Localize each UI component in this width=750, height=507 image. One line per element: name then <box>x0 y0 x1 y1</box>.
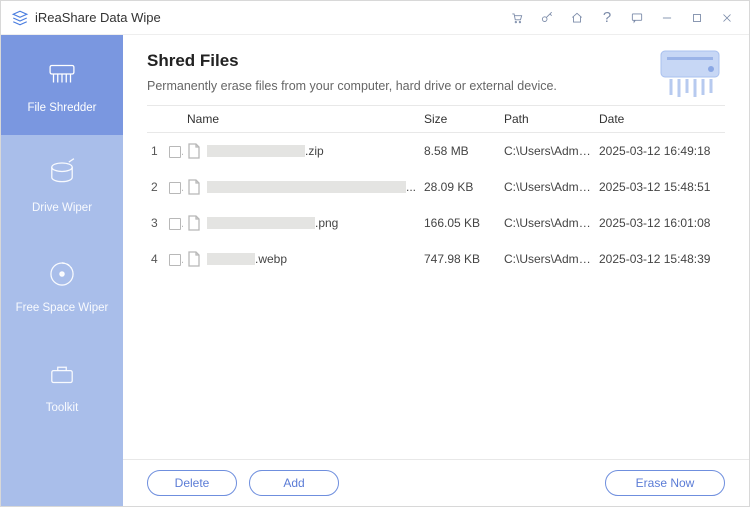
cell-path: C:\Users\Admi... <box>500 241 595 277</box>
row-index: 4 <box>147 241 165 277</box>
app-window: iReaShare Data Wipe ? File Shredder Driv… <box>0 0 750 507</box>
titlebar: iReaShare Data Wipe ? <box>1 1 749 35</box>
cell-size: 8.58 MB <box>420 133 500 170</box>
table-row[interactable]: 2... 28.09 KBC:\Users\Admi...2025-03-12 1… <box>147 169 725 205</box>
toolkit-icon <box>45 357 79 394</box>
col-header-size[interactable]: Size <box>420 106 500 133</box>
row-index: 2 <box>147 169 165 205</box>
cell-date: 2025-03-12 16:01:08 <box>595 205 725 241</box>
col-header-name[interactable]: Name <box>183 106 420 133</box>
col-header-path[interactable]: Path <box>500 106 595 133</box>
row-checkbox[interactable] <box>169 182 181 194</box>
close-icon[interactable] <box>715 6 739 30</box>
add-button[interactable]: Add <box>249 470 339 496</box>
cell-path: C:\Users\Admi... <box>500 169 595 205</box>
cell-size: 747.98 KB <box>420 241 500 277</box>
cell-date: 2025-03-12 15:48:51 <box>595 169 725 205</box>
file-icon <box>187 143 201 159</box>
row-index: 1 <box>147 133 165 170</box>
filename-trailing: ... <box>406 180 416 194</box>
help-icon[interactable]: ? <box>595 6 619 30</box>
app-logo-icon <box>11 9 29 27</box>
file-table: Name Size Path Date 1.zip8.58 MBC:\Users… <box>147 105 725 277</box>
erase-now-button[interactable]: Erase Now <box>605 470 725 496</box>
feedback-icon[interactable] <box>625 6 649 30</box>
maximize-icon[interactable] <box>685 6 709 30</box>
key-icon[interactable] <box>535 6 559 30</box>
drive-wiper-icon <box>45 157 79 194</box>
shredder-illustration-icon <box>655 45 725 103</box>
col-header-date[interactable]: Date <box>595 106 725 133</box>
table-row[interactable]: 3 .png 166.05 KBC:\Users\Admi...2025-03-12… <box>147 205 725 241</box>
page-subtitle: Permanently erase files from your comput… <box>147 79 725 93</box>
sidebar-item-label: File Shredder <box>27 102 96 114</box>
filename-extension: .png <box>315 216 338 230</box>
sidebar-item-label: Free Space Wiper <box>16 302 109 314</box>
filename-redacted <box>207 145 305 157</box>
filename-redacted <box>207 253 255 265</box>
cell-path: C:\Users\Admi... <box>500 205 595 241</box>
free-space-wiper-icon <box>45 257 79 294</box>
page-title: Shred Files <box>147 51 725 71</box>
row-checkbox[interactable] <box>169 146 181 158</box>
file-shredder-icon <box>45 57 79 94</box>
sidebar: File Shredder Drive Wiper Free Space Wip… <box>1 35 123 506</box>
main-panel: Shred Files Permanently erase files from… <box>123 35 749 506</box>
home-icon[interactable] <box>565 6 589 30</box>
file-table-wrap: Name Size Path Date 1.zip8.58 MBC:\Users… <box>123 105 749 459</box>
filename-extension: .webp <box>255 252 287 266</box>
cell-path: C:\Users\Admi... <box>500 133 595 170</box>
filename-redacted <box>207 181 406 193</box>
delete-button[interactable]: Delete <box>147 470 237 496</box>
sidebar-item-free-space-wiper[interactable]: Free Space Wiper <box>1 235 123 335</box>
sidebar-item-file-shredder[interactable]: File Shredder <box>1 35 123 135</box>
sidebar-item-label: Drive Wiper <box>32 202 92 214</box>
page-header: Shred Files Permanently erase files from… <box>123 35 749 105</box>
row-checkbox[interactable] <box>169 254 181 266</box>
cell-size: 166.05 KB <box>420 205 500 241</box>
cart-icon[interactable] <box>505 6 529 30</box>
file-icon <box>187 251 201 267</box>
cell-size: 28.09 KB <box>420 169 500 205</box>
app-title: iReaShare Data Wipe <box>35 10 161 25</box>
sidebar-item-toolkit[interactable]: Toolkit <box>1 335 123 435</box>
cell-date: 2025-03-12 16:49:18 <box>595 133 725 170</box>
filename-redacted <box>207 217 315 229</box>
cell-date: 2025-03-12 15:48:39 <box>595 241 725 277</box>
file-icon <box>187 215 201 231</box>
file-icon <box>187 179 201 195</box>
row-index: 3 <box>147 205 165 241</box>
footer-bar: Delete Add Erase Now <box>123 459 749 506</box>
filename-extension: .zip <box>305 144 324 158</box>
sidebar-item-label: Toolkit <box>46 402 79 414</box>
minimize-icon[interactable] <box>655 6 679 30</box>
table-row[interactable]: 1 .zip 8.58 MBC:\Users\Admi...2025-03-12 1… <box>147 133 725 170</box>
table-row[interactable]: 4 .webp 747.98 KBC:\Users\Admi...2025-03-1… <box>147 241 725 277</box>
table-header-row: Name Size Path Date <box>147 106 725 133</box>
row-checkbox[interactable] <box>169 218 181 230</box>
sidebar-item-drive-wiper[interactable]: Drive Wiper <box>1 135 123 235</box>
